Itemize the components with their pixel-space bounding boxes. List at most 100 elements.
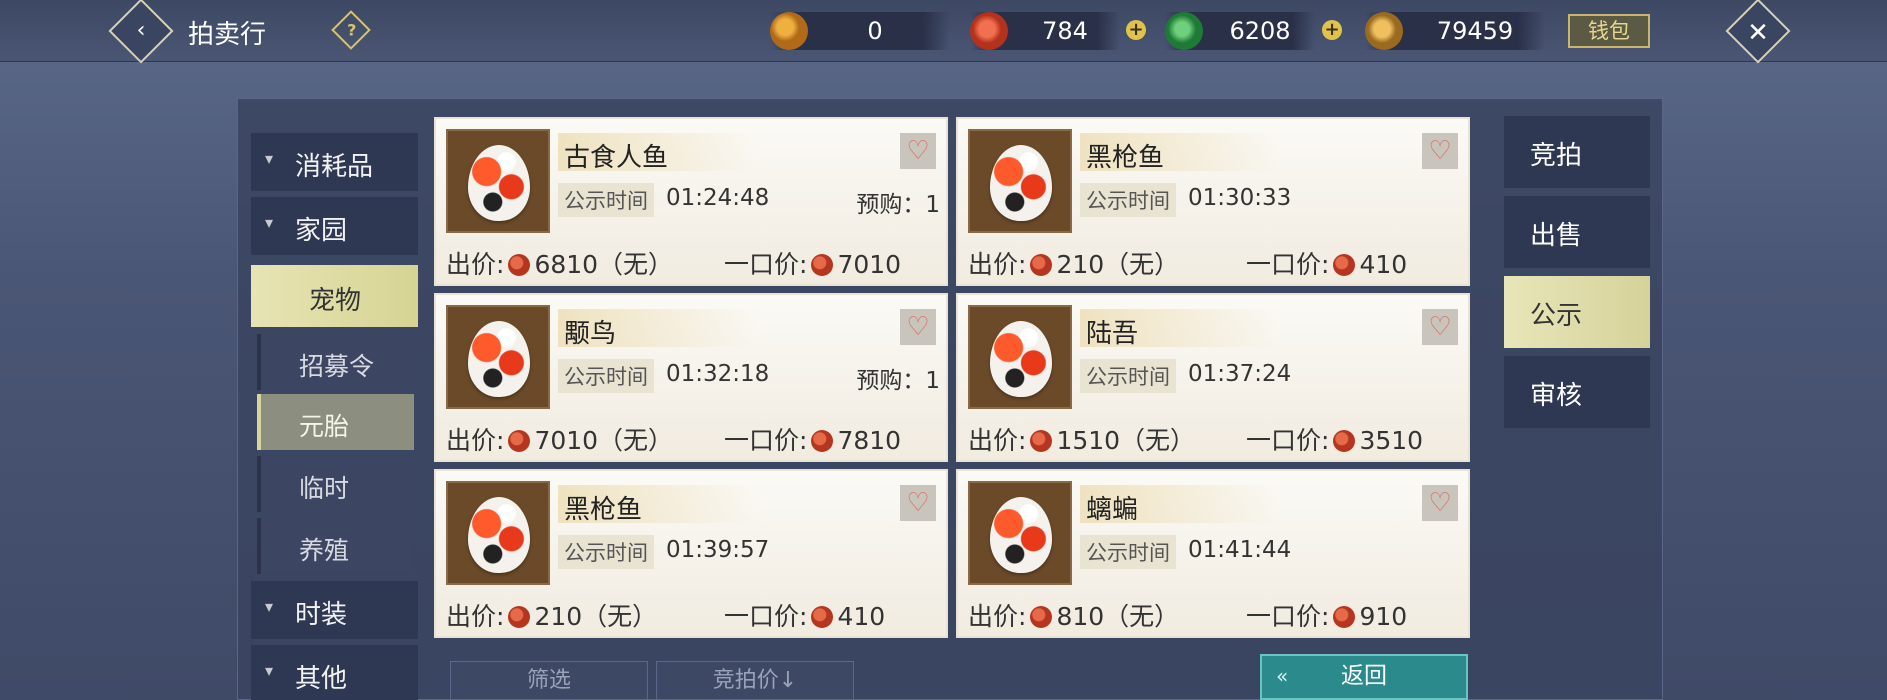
buyout-row: 一口价: 3510 [1246,421,1423,457]
tab-label: 审核 [1530,381,1583,411]
chevron-down-icon: ▾ [265,213,274,232]
pet-egg-icon [990,145,1052,221]
pet-egg-icon [990,497,1052,573]
pet-egg-icon [468,497,530,573]
subcategory-label: 元胎 [299,412,350,441]
add-red-coin-button[interactable]: + [1126,20,1146,40]
tab-label: 出售 [1530,221,1583,251]
bid-label: 出价: [446,602,505,631]
subcategory-temporary[interactable]: 临时 [257,456,414,512]
red-coin-icon [811,606,834,628]
category-label: 消耗品 [295,152,374,182]
category-other[interactable]: ▾ 其他 [251,645,418,700]
category-label: 宠物 [309,286,362,316]
buyout-row: 一口价: 410 [724,597,885,633]
publicity-time: 01:37:24 [1188,361,1292,387]
buyout-row: 一口价: 910 [1246,597,1407,633]
tab-bidding[interactable]: 竞拍 [1504,116,1650,188]
publicity-time: 01:24:48 [666,185,770,211]
buyout-label: 一口价: [724,602,808,631]
publicity-label: 公示时间 [1080,183,1176,217]
listing-card[interactable]: 黑枪鱼 ♡ 公示时间 01:30:33 出价: 210（无） 一口价: 410 [956,117,1470,286]
red-coin-icon [508,430,531,452]
bid-value: 210（无） [1056,250,1180,279]
currency-gold-ingot: 0 [770,12,950,50]
close-button[interactable]: ✕ [1725,0,1791,64]
buyout-label: 一口价: [1246,250,1330,279]
publicity-label: 公示时间 [558,535,654,569]
listing-card[interactable]: 陆吾 ♡ 公示时间 01:37:24 出价: 1510（无） 一口价: 3510 [956,293,1470,462]
heart-icon[interactable]: ♡ [1422,309,1458,345]
listing-card[interactable]: 黑枪鱼 ♡ 公示时间 01:39:57 出价: 210（无） 一口价: 410 [434,469,948,638]
bid-label: 出价: [968,250,1027,279]
bid-row: 出价: 210（无） [446,597,657,633]
bid-row: 出价: 210（无） [968,245,1179,281]
add-jade-button[interactable]: + [1322,20,1342,40]
currency-value: 0 [867,17,883,45]
page-title: 拍卖行 [188,20,267,50]
publicity-time: 01:39:57 [666,537,770,563]
publicity-label: 公示时间 [1080,535,1176,569]
red-coin-icon [970,12,1008,50]
listing-name: 陆吾 [1086,319,1139,349]
prebuy-count: 预购：1 [856,368,940,394]
category-consumables[interactable]: ▾ 消耗品 [251,133,418,191]
bid-row: 出价: 7010（无） [446,421,673,457]
pet-egg-thumbnail [446,481,550,585]
bid-label: 出价: [968,602,1027,631]
subcategory-breeding[interactable]: 养殖 [257,518,414,574]
return-button[interactable]: « 返回 [1260,654,1468,700]
help-button[interactable]: ? [331,10,371,50]
bid-label: 出价: [446,426,505,455]
buyout-row: 一口价: 410 [1246,245,1407,281]
heart-icon[interactable]: ♡ [900,133,936,169]
heart-icon[interactable]: ♡ [900,485,936,521]
currency-value: 6208 [1229,17,1291,45]
tab-selling[interactable]: 出售 [1504,196,1650,268]
subcategory-label: 临时 [299,474,350,503]
copper-coin-icon [1365,12,1403,50]
listing-card[interactable]: 颙鸟 ♡ 公示时间 01:32:18 预购：1 出价: 7010（无） 一口价: 7… [434,293,948,462]
publicity-time: 01:32:18 [666,361,770,387]
heart-icon[interactable]: ♡ [900,309,936,345]
currency-copper: 79459 [1365,12,1545,50]
currency-value: 79459 [1436,17,1514,45]
listing-name: 螭蝙 [1086,495,1139,525]
filter-button[interactable]: 筛选 [450,661,648,700]
pet-egg-thumbnail [968,481,1072,585]
subcategory-embryo[interactable]: 元胎 [257,394,414,450]
bid-label: 出价: [446,250,505,279]
heart-icon[interactable]: ♡ [1422,133,1458,169]
jade-coin-icon [1165,12,1203,50]
bid-value: 7010（无） [534,426,674,455]
heart-icon[interactable]: ♡ [1422,485,1458,521]
publicity-label: 公示时间 [558,183,654,217]
category-pets[interactable]: 宠物 [251,265,418,327]
chevron-down-icon: ▾ [265,661,274,680]
prebuy-count: 预购：1 [856,192,940,218]
sort-bid-price-button[interactable]: 竞拍价↓ [656,661,854,700]
pet-egg-thumbnail [446,305,550,409]
wallet-button[interactable]: 钱包 [1568,14,1650,48]
red-coin-icon [1333,606,1356,628]
listing-card[interactable]: 古食人鱼 ♡ 公示时间 01:24:48 预购：1 出价: 6810（无） 一口价… [434,117,948,286]
red-coin-icon [508,254,531,276]
tab-publicity[interactable]: 公示 [1504,276,1650,348]
bid-label: 出价: [968,426,1027,455]
chevron-down-icon: ▾ [265,149,274,168]
category-fashion[interactable]: ▾ 时装 [251,581,418,639]
pet-egg-thumbnail [968,129,1072,233]
back-button[interactable]: ‹ [108,0,174,64]
tab-review[interactable]: 审核 [1504,356,1650,428]
red-coin-icon [1333,430,1356,452]
help-icon: ? [347,20,357,40]
buyout-label: 一口价: [724,426,808,455]
listing-card[interactable]: 螭蝙 ♡ 公示时间 01:41:44 出价: 810（无） 一口价: 910 [956,469,1470,638]
buyout-row: 一口价: 7810 [724,421,901,457]
bid-row: 出价: 810（无） [968,597,1179,633]
category-home[interactable]: ▾ 家园 [251,197,418,255]
listing-name: 古食人鱼 [564,143,669,173]
publicity-label: 公示时间 [558,359,654,393]
pet-egg-thumbnail [446,129,550,233]
subcategory-recruit[interactable]: 招募令 [257,334,414,390]
